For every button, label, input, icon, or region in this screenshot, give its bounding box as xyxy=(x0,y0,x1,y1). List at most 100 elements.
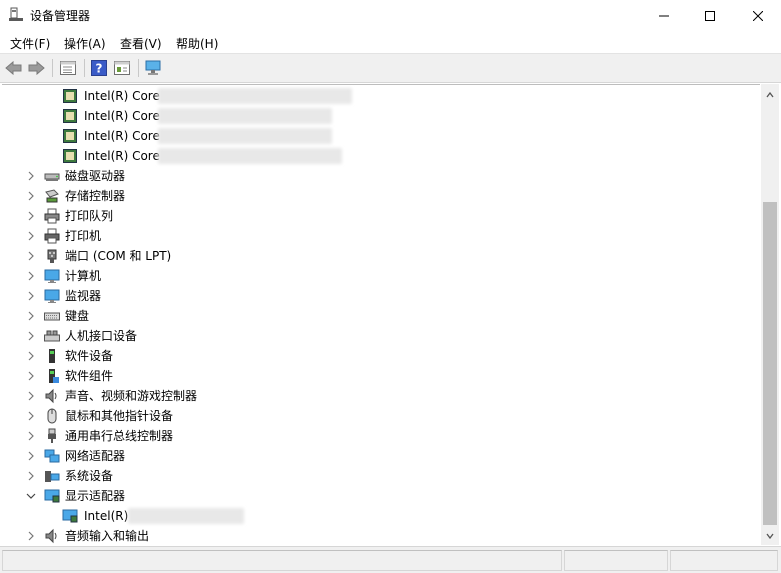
maximize-button[interactable] xyxy=(687,0,733,31)
chevron-right-icon[interactable] xyxy=(26,186,36,206)
chevron-right-icon[interactable] xyxy=(26,306,36,326)
chevron-right-icon[interactable] xyxy=(26,326,36,346)
tree-category-keyboards[interactable]: 键盘 xyxy=(24,306,424,326)
window-title: 设备管理器 xyxy=(30,9,91,23)
tree-category-storage-controllers[interactable]: 存储控制器 xyxy=(24,186,424,206)
category-label: 软件设备 xyxy=(65,349,114,363)
tree-category-mouse[interactable]: 鼠标和其他指针设备 xyxy=(24,406,424,426)
properties-view-icon[interactable] xyxy=(58,58,78,78)
tree-category-computer[interactable]: 计算机 xyxy=(24,266,424,286)
scroll-up-icon[interactable] xyxy=(761,86,779,104)
tree-category-disk-drives[interactable]: 磁盘驱动器 xyxy=(24,166,424,186)
tree-item-display-adapter[interactable]: Intel(R) xyxy=(62,506,362,526)
minimize-button[interactable] xyxy=(641,0,687,31)
tree-item-processor[interactable]: Intel(R) Core xyxy=(62,86,382,106)
display-adapter-icon xyxy=(44,488,60,504)
scan-hardware-icon[interactable] xyxy=(143,58,163,78)
tree-category-software-components[interactable]: 软件组件 xyxy=(24,366,424,386)
menu-file[interactable]: 文件(F) xyxy=(10,35,50,52)
processor-label: Intel(R) Core xyxy=(84,89,160,103)
tree-item-processor[interactable]: Intel(R) Core xyxy=(62,146,382,166)
menu-bar: 文件(F) 操作(A) 查看(V) 帮助(H) xyxy=(0,31,781,54)
tree-category-software-devices[interactable]: 软件设备 xyxy=(24,346,424,366)
status-segment xyxy=(564,550,668,571)
status-segment xyxy=(2,550,562,571)
update-driver-icon[interactable] xyxy=(112,58,132,78)
tree-category-display-adapters[interactable]: 显示适配器 xyxy=(24,486,424,506)
menu-help[interactable]: 帮助(H) xyxy=(176,35,218,52)
tree-category-usb[interactable]: 通用串行总线控制器 xyxy=(24,426,424,446)
computer-icon xyxy=(44,268,60,284)
tree-category-system-devices[interactable]: 系统设备 xyxy=(24,466,424,486)
usb-icon xyxy=(44,428,60,444)
chevron-right-icon[interactable] xyxy=(26,266,36,286)
vertical-scrollbar[interactable] xyxy=(761,84,779,545)
processor-label: Intel(R) Core xyxy=(84,109,160,123)
category-label: 监视器 xyxy=(65,289,102,303)
monitor-icon xyxy=(44,288,60,304)
system-device-icon xyxy=(44,468,60,484)
chevron-right-icon[interactable] xyxy=(26,386,36,406)
processor-icon xyxy=(62,108,78,124)
device-manager-app-icon xyxy=(8,7,24,23)
forward-icon[interactable] xyxy=(26,58,46,78)
scroll-down-icon[interactable] xyxy=(761,527,779,545)
chevron-right-icon[interactable] xyxy=(26,406,36,426)
storage-controller-icon xyxy=(44,188,60,204)
chevron-right-icon[interactable] xyxy=(26,526,36,546)
chevron-right-icon[interactable] xyxy=(26,346,36,366)
chevron-right-icon[interactable] xyxy=(26,226,36,246)
toolbar-separator xyxy=(52,59,53,77)
chevron-right-icon[interactable] xyxy=(26,246,36,266)
category-label: 计算机 xyxy=(65,269,102,283)
help-icon[interactable]: ? xyxy=(89,58,109,78)
software-device-icon xyxy=(44,348,60,364)
tree-category-sound[interactable]: 声音、视频和游戏控制器 xyxy=(24,386,424,406)
tree-category-network-adapters[interactable]: 网络适配器 xyxy=(24,446,424,466)
chevron-right-icon[interactable] xyxy=(26,206,36,226)
toolbar: ? xyxy=(0,54,781,83)
tree-category-audio-io[interactable]: 音频输入和输出 xyxy=(24,526,424,546)
chevron-down-icon[interactable] xyxy=(26,486,36,506)
sound-icon xyxy=(44,388,60,404)
category-label: 显示适配器 xyxy=(65,489,126,503)
tree-category-hid[interactable]: 人机接口设备 xyxy=(24,326,424,346)
tree-category-monitors[interactable]: 监视器 xyxy=(24,286,424,306)
software-component-icon xyxy=(44,368,60,384)
menu-view[interactable]: 查看(V) xyxy=(120,35,162,52)
network-adapter-icon xyxy=(44,448,60,464)
tree-item-processor[interactable]: Intel(R) Core xyxy=(62,106,382,126)
toolbar-separator xyxy=(84,59,85,77)
svg-text:?: ? xyxy=(96,62,103,76)
display-adapter-icon xyxy=(62,508,78,524)
redacted-text xyxy=(158,128,332,144)
category-label: 网络适配器 xyxy=(65,449,126,463)
keyboard-icon xyxy=(44,308,60,324)
tree-item-processor[interactable]: Intel(R) Core xyxy=(62,126,382,146)
mouse-icon xyxy=(44,408,60,424)
close-button[interactable] xyxy=(735,0,781,31)
category-label: 打印机 xyxy=(65,229,102,243)
chevron-right-icon[interactable] xyxy=(26,466,36,486)
disk-drive-icon xyxy=(44,168,60,184)
category-label: 音频输入和输出 xyxy=(65,529,150,543)
menu-action[interactable]: 操作(A) xyxy=(64,35,106,52)
back-icon[interactable] xyxy=(4,58,24,78)
audio-io-icon xyxy=(44,528,60,544)
chevron-right-icon[interactable] xyxy=(26,446,36,466)
tree-category-print-queues[interactable]: 打印队列 xyxy=(24,206,424,226)
status-segment xyxy=(670,550,778,571)
redacted-text xyxy=(158,88,352,104)
chevron-right-icon[interactable] xyxy=(26,166,36,186)
print-queue-icon xyxy=(44,208,60,224)
device-tree[interactable]: Intel(R) Core Intel(R) Core Intel(R) Cor… xyxy=(2,84,760,546)
category-label: 磁盘驱动器 xyxy=(65,169,126,183)
scrollbar-thumb[interactable] xyxy=(763,202,777,525)
chevron-right-icon[interactable] xyxy=(26,286,36,306)
chevron-right-icon[interactable] xyxy=(26,366,36,386)
chevron-right-icon[interactable] xyxy=(26,426,36,446)
category-label: 存储控制器 xyxy=(65,189,126,203)
hid-icon xyxy=(44,328,60,344)
tree-category-ports[interactable]: 端口 (COM 和 LPT) xyxy=(24,246,424,266)
tree-category-printers[interactable]: 打印机 xyxy=(24,226,424,246)
